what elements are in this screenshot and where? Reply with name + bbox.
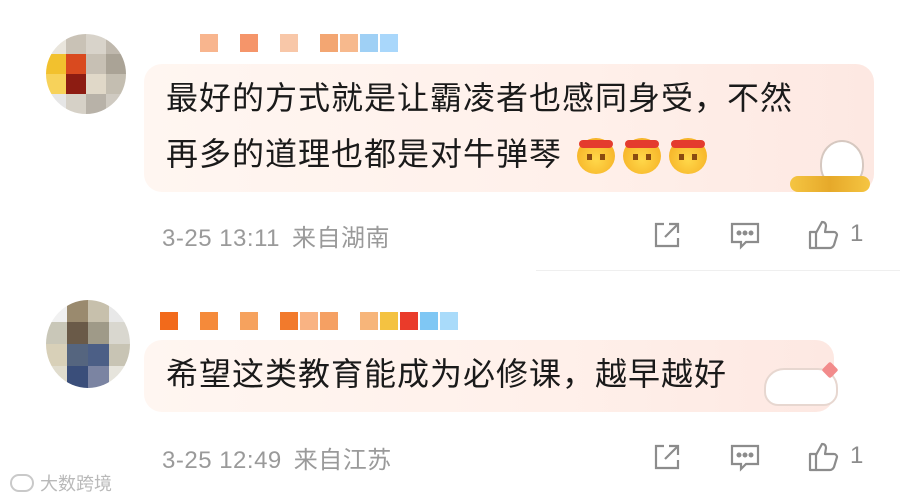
comment-text-line1: 最好的方式就是让霸凌者也感同身受，不然: [166, 79, 794, 117]
emoji-group: [577, 138, 708, 174]
thumbs-up-icon: [808, 442, 839, 472]
comment-item: 最好的方式就是让霸凌者也感同身受，不然 再多的道理也都是对牛弹琴 3-25 13…: [0, 0, 900, 270]
comment-item: 希望这类教育能成为必修课，越早越好 3-25 12:49 来自江苏 1: [0, 280, 900, 502]
comment-meta: 3-25 13:11 来自湖南: [162, 218, 390, 253]
share-button[interactable]: [650, 218, 684, 252]
comment-meta: 3-25 12:49 来自江苏: [162, 440, 392, 475]
comment-time: 3-25 13:11: [162, 225, 280, 252]
like-count: 1: [850, 442, 864, 469]
username-blurred[interactable]: [160, 308, 458, 334]
share-icon: [654, 222, 680, 248]
comment-text: 最好的方式就是让霸凌者也感同身受，不然 再多的道理也都是对牛弹琴: [166, 70, 846, 182]
tongue-cheek-emoji: [577, 138, 616, 174]
watermark-logo-icon: [10, 474, 34, 492]
reply-button[interactable]: [728, 440, 762, 474]
divider: [536, 270, 900, 271]
tongue-cheek-emoji: [669, 138, 708, 174]
thumbs-up-icon: [808, 220, 839, 250]
comment-time: 3-25 12:49: [162, 447, 282, 474]
watermark-text: 大数跨境: [40, 474, 112, 495]
like-count: 1: [850, 220, 864, 247]
comment-icon: [730, 444, 760, 472]
tongue-cheek-emoji: [623, 138, 662, 174]
gold-ingot-icon: [790, 176, 870, 192]
avatar[interactable]: [46, 300, 130, 388]
comment-text-line2: 再多的道理也都是对牛弹琴: [166, 135, 563, 173]
share-icon: [654, 444, 680, 470]
like-button[interactable]: [806, 440, 840, 474]
watermark: 大数跨境: [10, 470, 112, 496]
avatar[interactable]: [46, 34, 126, 114]
username-blurred[interactable]: [160, 30, 398, 56]
comment-location: 来自江苏: [293, 447, 392, 474]
reply-button[interactable]: [728, 218, 762, 252]
like-button[interactable]: [806, 218, 840, 252]
comment-location: 来自湖南: [291, 225, 390, 252]
share-button[interactable]: [650, 440, 684, 474]
comment-text: 希望这类教育能成为必修课，越早越好: [166, 355, 728, 393]
comment-icon: [730, 222, 760, 250]
